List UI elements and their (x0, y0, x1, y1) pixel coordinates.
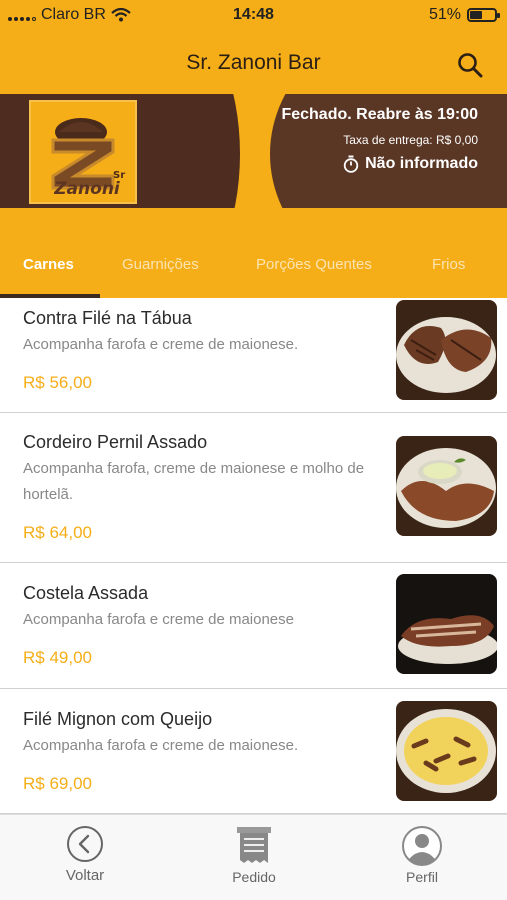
tab-frios[interactable]: Frios (432, 256, 465, 273)
list-item[interactable]: Cordeiro Pernil Assado Acompanha farofa,… (0, 413, 507, 563)
tab-porcoes-quentes[interactable]: Porções Quentes (256, 256, 372, 273)
item-photo (396, 436, 497, 536)
stopwatch-icon (343, 155, 359, 173)
receipt-icon[interactable] (234, 825, 274, 867)
battery-icon (467, 8, 500, 22)
battery-group: 51% (428, 6, 500, 24)
item-description: Acompanha farofa, creme de maionese e mo… (23, 460, 365, 503)
bottom-nav: Voltar Pedido Perfil (0, 814, 507, 900)
item-photo (396, 701, 497, 801)
item-description: Acompanha farofa e creme de maionese. (23, 336, 299, 353)
item-name: Cordeiro Pernil Assado (23, 432, 208, 452)
item-price: R$ 69,00 (23, 774, 92, 793)
item-price: R$ 56,00 (23, 373, 92, 392)
delivery-fee: Taxa de entrega: R$ 0,00 (343, 133, 478, 147)
item-photo (396, 300, 497, 400)
back-circle-icon[interactable] (66, 825, 104, 863)
menu-list: Contra Filé na Tábua Acompanha farofa e … (0, 298, 507, 814)
item-price: R$ 49,00 (23, 648, 92, 667)
app-bar: Sr. Zanoni Bar (0, 30, 507, 94)
list-item[interactable]: Filé Mignon com Queijo Acompanha farofa … (0, 689, 507, 814)
nav-order-label: Pedido (232, 869, 276, 885)
logo-text: Zanoni (53, 179, 121, 199)
tab-guarnicoes[interactable]: Guarnições (122, 256, 199, 273)
page-title: Sr. Zanoni Bar (186, 51, 321, 74)
delivery-time: Não informado (281, 155, 478, 173)
item-description: Acompanha farofa e creme de maionese (23, 611, 294, 628)
item-name: Filé Mignon com Queijo (23, 709, 213, 729)
search-icon[interactable] (457, 52, 483, 78)
store-logo: Sr Zanoni (29, 100, 137, 204)
profile-icon[interactable] (401, 825, 443, 867)
item-name: Contra Filé na Tábua (23, 308, 192, 328)
category-tabs: Carnes Guarnições Porções Quentes Frios (0, 208, 507, 298)
item-description: Acompanha farofa e creme de maionese. (23, 737, 299, 754)
item-photo (396, 574, 497, 674)
store-info: Fechado. Reabre às 19:00 Taxa de entrega… (281, 106, 478, 173)
tab-carnes[interactable]: Carnes (23, 256, 74, 273)
status-bar: Claro BR 14:48 51% (0, 0, 507, 30)
battery-percent: 51% (428, 6, 461, 23)
list-item[interactable]: Costela Assada Acompanha farofa e creme … (0, 563, 507, 689)
nav-back[interactable]: Voltar (25, 825, 145, 884)
store-banner: Sr Zanoni Fechado. Reabre às 19:00 Taxa … (0, 94, 507, 208)
delivery-time-label: Não informado (365, 155, 478, 172)
banner-arc-left (120, 94, 240, 208)
item-name: Costela Assada (23, 583, 149, 603)
nav-profile-label: Perfil (406, 869, 438, 885)
list-item[interactable]: Contra Filé na Tábua Acompanha farofa e … (0, 298, 507, 413)
store-status: Fechado. Reabre às 19:00 (281, 106, 478, 123)
nav-profile[interactable]: Perfil (362, 825, 482, 885)
item-price: R$ 64,00 (23, 523, 92, 542)
logo-graphic: Sr Zanoni (51, 118, 125, 199)
nav-order[interactable]: Pedido (194, 825, 314, 885)
nav-back-label: Voltar (65, 867, 105, 884)
